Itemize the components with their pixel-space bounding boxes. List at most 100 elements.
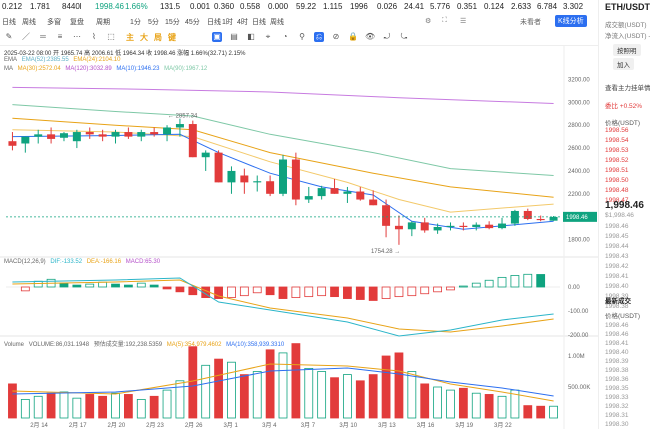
settings-icon[interactable]: ☰ [460, 17, 466, 25]
candle-body [34, 134, 43, 137]
period-tab-4[interactable]: 周期 [96, 17, 110, 27]
low-annotation: 1754.28 → [371, 249, 400, 255]
volume-bar [59, 391, 69, 419]
candle-body [266, 181, 275, 194]
period-tab-5[interactable]: 1分 [130, 17, 141, 27]
chart-tool-5-icon[interactable]: ⚲ [297, 32, 307, 42]
volume-bar [446, 389, 455, 419]
period-tab-7[interactable]: 15分 [165, 17, 180, 27]
period-tab-12[interactable]: 日线 [252, 17, 266, 27]
period-tab-0[interactable]: 日线 [2, 17, 16, 27]
chart-tool-2-icon[interactable]: ◧ [246, 32, 256, 42]
period-tab-9[interactable]: 日线 [207, 17, 221, 27]
date-axis-label: 3月 4 [262, 422, 277, 429]
bid-price: 1998.45 [605, 233, 629, 240]
period-tab-6[interactable]: 5分 [148, 17, 159, 27]
volume-bar [214, 358, 223, 419]
turnover-label: 成交额(USDT) [605, 22, 647, 29]
volume-bar [471, 392, 481, 419]
volume-bar [72, 397, 82, 419]
price-axis-label: 2400.00 [568, 169, 590, 175]
commission-ratio: 委比 +0.52% [605, 103, 643, 110]
ma120-line [12, 86, 554, 104]
volume-bar [98, 395, 108, 419]
date-axis-label: 2月 17 [69, 422, 87, 429]
drawing-toolbar: ✎ ／ ═ ≡ ⋯ ⌇ ⬚ 主大局键 ▣ ▤ ◧ ⌖ ◔ ⚲ ⎌ ⊘ 🔒 👁 ⤾ ⤿ [0, 28, 598, 46]
chart-tool-11-icon[interactable]: ⤿ [399, 32, 409, 42]
fib-tool-icon[interactable]: ≡ [55, 32, 65, 42]
candle-body [163, 127, 172, 135]
indicator-chip-2[interactable]: 局 [154, 32, 162, 43]
candle-body [47, 134, 56, 139]
rect-tool-icon[interactable]: ⬚ [106, 32, 116, 42]
macd-bar [59, 282, 69, 288]
price-header: 价格(USDT) [605, 120, 641, 127]
chart-tool-3-icon[interactable]: ⌖ [263, 32, 273, 42]
volume-bar [124, 394, 133, 419]
indicator-chip-1[interactable]: 大 [140, 32, 148, 43]
candle-body [523, 210, 532, 219]
volume-bar [278, 352, 288, 419]
macd-bar [317, 286, 327, 297]
ticker-value-11: 59.22 [296, 2, 317, 11]
period-tab-10[interactable]: 1时 [222, 17, 233, 27]
macd-bar [111, 283, 120, 288]
macd-bar [536, 274, 546, 288]
channel-tool-icon[interactable]: ═ [38, 32, 48, 42]
chart-tool-4-icon[interactable]: ◔ [280, 32, 290, 42]
expand-icon[interactable]: ⛶ [442, 17, 447, 25]
measure-icon[interactable]: ⌇ [89, 32, 99, 42]
candle-body [304, 196, 313, 200]
gear-icon[interactable]: ⚙ [425, 17, 431, 25]
ticker-value-18: 0.124 [484, 2, 505, 11]
ticker-value-1: 1.781 [30, 2, 51, 11]
panel-button-0[interactable]: 按照明 [613, 44, 641, 56]
indicator-chip-3[interactable]: 键 [168, 32, 176, 43]
volume-bar [227, 361, 236, 419]
volume-bar [394, 352, 404, 419]
chart-tool-10-icon[interactable]: ⤾ [382, 32, 392, 42]
period-tab-1[interactable]: 周线 [22, 17, 36, 27]
chart-tool-9-icon[interactable]: 👁 [365, 32, 375, 42]
macd-bar [98, 281, 108, 288]
chart-tool-6-icon[interactable]: ⎌ [314, 32, 324, 42]
volume-bar [355, 380, 365, 419]
period-tab-13[interactable]: 周线 [270, 17, 284, 27]
indicator-chip-0[interactable]: 主 [126, 32, 134, 43]
volume-bar [497, 395, 507, 419]
current-price: 1,998.46 [605, 200, 644, 211]
kline-analysis-button[interactable]: K线分析 [555, 15, 587, 27]
ticker-value-21: 3.302 [563, 2, 584, 11]
trades-title: 最新成交 [605, 298, 631, 305]
panel-button-1[interactable]: 加入 [613, 58, 634, 70]
candle-body [137, 132, 146, 137]
macd-bar [433, 286, 442, 293]
period-tab-2[interactable]: 多窗 [47, 17, 61, 27]
ticker-value-0: 0.212 [2, 2, 23, 11]
kline-chart[interactable]: 3200.00 3000.00 2800.00 2600.00 2400.00 2200.… [0, 46, 598, 429]
trade-price: 1998.38 [605, 367, 629, 374]
chart-tool-7-icon[interactable]: ⊘ [331, 32, 341, 42]
macd-bar [252, 286, 262, 294]
macd-bar [471, 282, 481, 288]
volume-bar [304, 367, 314, 419]
ask-price: 1998.50 [605, 177, 629, 184]
volume-bar [536, 405, 546, 419]
period-tab-8[interactable]: 45分 [185, 17, 200, 27]
dots-icon[interactable]: ⋯ [72, 32, 82, 42]
line-tool-icon[interactable]: ／ [21, 32, 31, 42]
macd-bar [227, 286, 236, 298]
period-tab-11[interactable]: 4时 [237, 17, 248, 27]
date-axis-label: 2月 26 [185, 422, 203, 429]
period-tab-3[interactable]: 复盘 [70, 17, 84, 27]
pencil-icon[interactable]: ✎ [4, 32, 14, 42]
chart-tool-8-icon[interactable]: 🔒 [348, 32, 358, 42]
chart-tool-1-icon[interactable]: ▤ [229, 32, 239, 42]
price-axis-label: 2800.00 [568, 123, 590, 129]
macd-bar [355, 286, 365, 300]
chart-tool-0-icon[interactable]: ▣ [212, 32, 222, 42]
candle-body [472, 224, 481, 227]
candle-body [111, 132, 120, 137]
macd-bar [368, 286, 378, 301]
macd-axis-label: -200.00 [568, 333, 589, 339]
